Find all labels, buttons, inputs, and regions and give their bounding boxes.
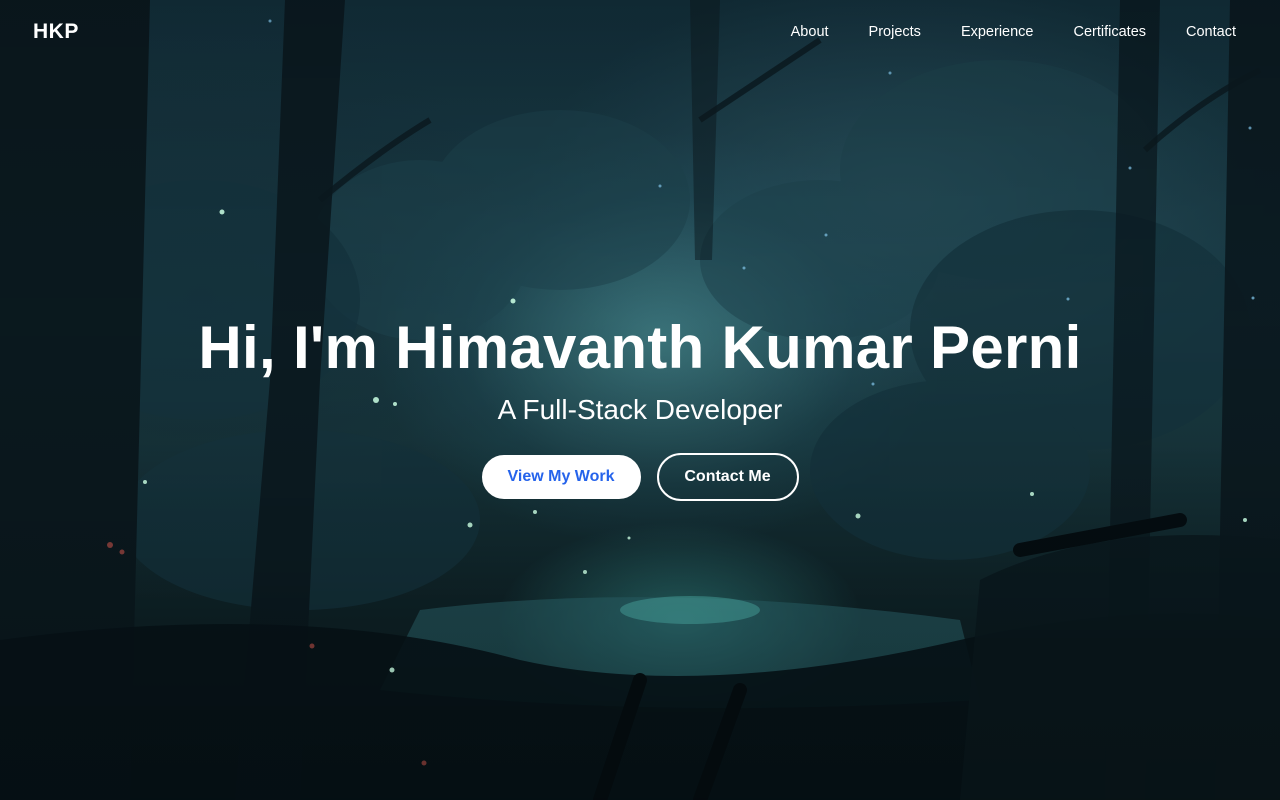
site-header: HKP About Projects Experience Certificat… <box>0 0 1280 64</box>
view-my-work-button[interactable]: View My Work <box>481 455 641 499</box>
hero-subtitle: A Full-Stack Developer <box>497 394 783 425</box>
main-navigation: About Projects Experience Certificates C… <box>791 24 1236 40</box>
portfolio-page: HKP About Projects Experience Certificat… <box>0 0 1280 800</box>
hero-section: Hi, I'm Himavanth Kumar Perni A Full-Sta… <box>0 308 1280 501</box>
hero-title: Hi, I'm Himavanth Kumar Perni <box>198 314 1082 381</box>
hero-actions: View My Work Contact Me <box>0 453 1280 501</box>
nav-link-experience[interactable]: Experience <box>961 24 1034 40</box>
nav-link-certificates[interactable]: Certificates <box>1073 24 1146 40</box>
contact-me-button[interactable]: Contact Me <box>656 453 799 501</box>
nav-link-contact[interactable]: Contact <box>1186 24 1236 40</box>
site-logo[interactable]: HKP <box>33 20 79 44</box>
nav-link-projects[interactable]: Projects <box>869 24 921 40</box>
nav-link-about[interactable]: About <box>791 24 829 40</box>
